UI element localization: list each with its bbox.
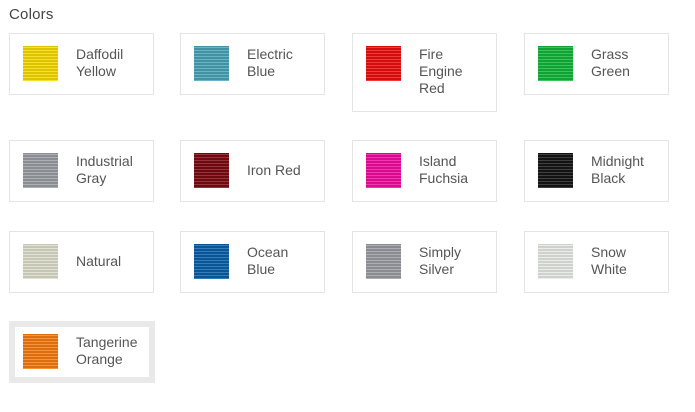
- swatch-simply-silver: [366, 244, 401, 279]
- color-label: Snow White: [591, 244, 627, 277]
- color-option-midnight-black[interactable]: Midnight Black: [524, 140, 669, 202]
- color-option-industrial-gray[interactable]: Industrial Gray: [9, 140, 154, 202]
- swatch-ocean-blue: [194, 244, 229, 279]
- color-option-island-fuchsia[interactable]: Island Fuchsia: [352, 140, 497, 202]
- swatch-midnight-black: [538, 153, 573, 188]
- color-option-daffodil-yellow[interactable]: Daffodil Yellow: [9, 33, 154, 95]
- color-label: Electric Blue: [247, 46, 293, 79]
- color-option-grass-green[interactable]: Grass Green: [524, 33, 669, 95]
- color-label: Grass Green: [591, 46, 630, 79]
- swatch-iron-red: [194, 153, 229, 188]
- swatch-fire-engine-red: [366, 46, 401, 81]
- color-label: Natural: [76, 253, 122, 269]
- color-option-fire-engine-red[interactable]: Fire Engine Red: [352, 33, 497, 112]
- swatch-tangerine-orange: [23, 334, 58, 369]
- color-label: Midnight Black: [591, 153, 644, 186]
- color-label: Ocean Blue: [247, 244, 289, 277]
- color-label: Industrial Gray: [76, 153, 133, 186]
- swatch-daffodil-yellow: [23, 46, 58, 81]
- swatch-snow-white: [538, 244, 573, 279]
- color-option-tangerine-orange[interactable]: Tangerine Orange: [9, 321, 155, 383]
- swatch-industrial-gray: [23, 153, 58, 188]
- color-label: Iron Red: [247, 162, 301, 178]
- swatch-electric-blue: [194, 46, 229, 81]
- swatch-island-fuchsia: [366, 153, 401, 188]
- section-title: Colors: [9, 6, 54, 23]
- swatch-natural: [23, 244, 58, 279]
- color-label: Tangerine Orange: [76, 334, 138, 367]
- color-label: Island Fuchsia: [419, 153, 469, 186]
- color-picker: Colors Daffodil Yellow Electric Blue Fir…: [0, 0, 695, 412]
- swatch-grass-green: [538, 46, 573, 81]
- color-label: Fire Engine Red: [419, 46, 463, 96]
- color-option-ocean-blue[interactable]: Ocean Blue: [180, 231, 325, 293]
- color-option-electric-blue[interactable]: Electric Blue: [180, 33, 325, 95]
- color-option-snow-white[interactable]: Snow White: [524, 231, 669, 293]
- color-option-iron-red[interactable]: Iron Red: [180, 140, 325, 202]
- color-option-simply-silver[interactable]: Simply Silver: [352, 231, 497, 293]
- color-option-natural[interactable]: Natural: [9, 231, 154, 293]
- color-label: Simply Silver: [419, 244, 462, 277]
- color-label: Daffodil Yellow: [76, 46, 124, 79]
